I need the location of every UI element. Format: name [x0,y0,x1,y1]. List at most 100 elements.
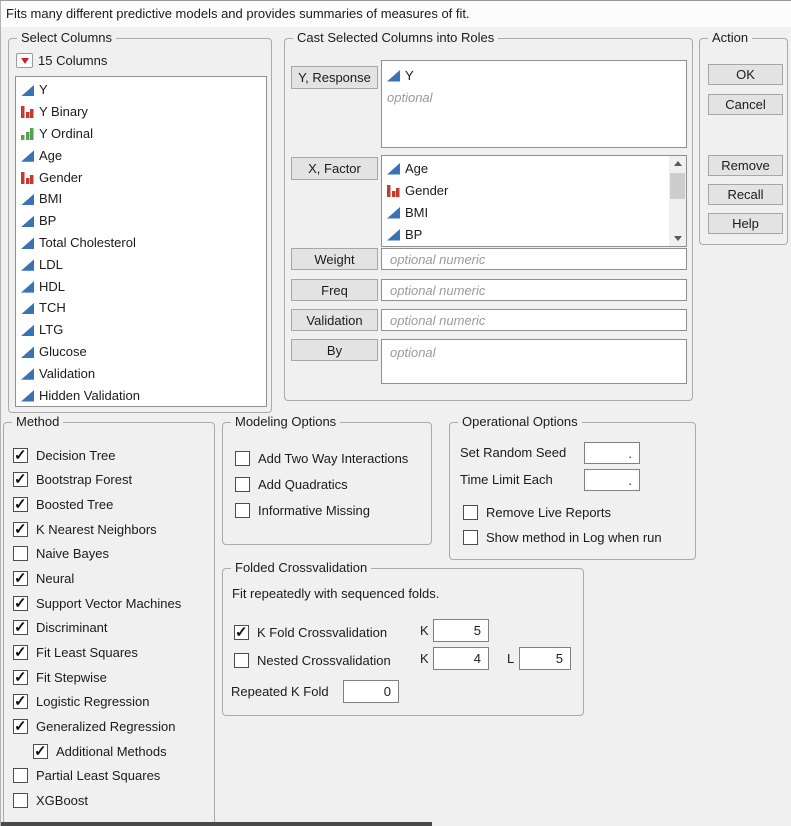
validation-button[interactable]: Validation [291,309,378,331]
recall-button[interactable]: Recall [708,184,783,205]
window-edge [1,822,432,826]
method-row[interactable]: Bootstrap Forest [13,472,181,488]
method-row[interactable]: Discriminant [13,620,181,636]
method-row[interactable]: Support Vector Machines [13,595,181,611]
column-item[interactable]: Age [16,144,266,166]
method-row[interactable]: Neural [13,570,181,586]
column-item[interactable]: HDL [16,275,266,297]
method-row[interactable]: XGBoost [13,793,181,809]
scrollbar[interactable] [669,156,686,246]
role-item[interactable]: BP [382,223,686,245]
action-title: Action [708,30,752,46]
by-button[interactable]: By [291,339,378,361]
option-row[interactable]: Add Two Way Interactions [235,450,408,466]
y-response-box[interactable]: Y optional [381,60,687,148]
checkbox[interactable] [13,546,28,561]
freq-input[interactable]: optional numeric [381,279,687,301]
checkbox[interactable] [13,497,28,512]
freq-button[interactable]: Freq [291,279,378,301]
role-item[interactable]: BMI [382,201,686,223]
checkbox[interactable] [13,620,28,635]
x-factor-box[interactable]: Age Gender BMI BP [381,155,687,247]
x-factor-button[interactable]: X, Factor [291,157,378,180]
ok-button[interactable]: OK [708,64,783,85]
columns-menu[interactable]: 15 Columns [16,53,107,68]
checkbox[interactable] [13,694,28,709]
y-response-button[interactable]: Y, Response [291,66,378,89]
column-item[interactable]: Hidden Validation [16,384,266,406]
time-limit-input[interactable]: . [584,469,640,491]
help-button[interactable]: Help [708,213,783,234]
method-row[interactable]: Fit Least Squares [13,645,181,661]
column-item[interactable]: BMI [16,188,266,210]
checkbox[interactable] [13,522,28,537]
column-item[interactable]: Y Ordinal [16,123,266,145]
checkbox[interactable] [235,503,250,518]
nested-row[interactable]: Nested Crossvalidation [234,649,391,671]
weight-input[interactable]: optional numeric [381,248,687,270]
cancel-button[interactable]: Cancel [708,94,783,115]
remove-button[interactable]: Remove [708,155,783,176]
method-row[interactable]: Partial Least Squares [13,768,181,784]
kfold-k-input[interactable]: 5 [433,619,489,642]
checkbox[interactable] [235,477,250,492]
role-item[interactable]: Age [382,157,686,179]
column-item[interactable]: Y Binary [16,101,266,123]
role-item[interactable]: Gender [382,179,686,201]
checkbox[interactable] [13,645,28,660]
option-row[interactable]: Show method in Log when run [463,530,662,545]
nominal-icon [387,184,400,197]
operational-options-panel: Operational Options Set Random Seed . Ti… [449,422,696,560]
red-triangle-icon[interactable] [16,53,33,68]
by-input[interactable]: optional [381,339,687,384]
column-item[interactable]: LTG [16,319,266,341]
kfold-row[interactable]: K Fold Crossvalidation [234,621,387,643]
checkbox[interactable] [235,451,250,466]
continuous-icon [21,149,34,162]
checkbox[interactable] [13,719,28,734]
column-item[interactable]: LDL [16,253,266,275]
random-seed-input[interactable]: . [584,442,640,464]
nested-checkbox[interactable] [234,653,249,668]
column-item[interactable]: TCH [16,297,266,319]
method-row[interactable]: K Nearest Neighbors [13,521,181,537]
kfold-checkbox[interactable] [234,625,249,640]
option-row[interactable]: Add Quadratics [235,476,408,492]
show-method-log-checkbox[interactable] [463,530,478,545]
checkbox[interactable] [13,448,28,463]
method-row[interactable]: Additional Methods [33,743,181,759]
checkbox[interactable] [13,596,28,611]
scroll-thumb[interactable] [670,173,685,199]
checkbox[interactable] [13,472,28,487]
column-item[interactable]: Validation [16,362,266,384]
method-row[interactable]: Generalized Regression [13,719,181,735]
role-item[interactable]: Y [382,64,686,86]
checkbox[interactable] [13,571,28,586]
validation-input[interactable]: optional numeric [381,309,687,331]
column-item[interactable]: Total Cholesterol [16,232,266,254]
column-item[interactable]: Gender [16,166,266,188]
column-item[interactable]: Y [16,79,266,101]
method-row[interactable]: Naive Bayes [13,546,181,562]
method-row[interactable]: Boosted Tree [13,496,181,512]
method-row[interactable]: Fit Stepwise [13,669,181,685]
columns-list[interactable]: Y Y Binary Y Ordinal Age Gender BMI BP T… [15,76,267,407]
checkbox[interactable] [13,768,28,783]
column-item[interactable]: Glucose [16,341,266,363]
nested-k-input[interactable]: 4 [433,647,489,670]
repeated-kfold-input[interactable]: 0 [343,680,399,703]
checkbox[interactable] [13,793,28,808]
scroll-up-icon[interactable] [669,156,686,171]
option-row[interactable]: Remove Live Reports [463,505,611,520]
column-item[interactable]: BP [16,210,266,232]
checkbox[interactable] [33,744,48,759]
weight-button[interactable]: Weight [291,248,378,270]
scroll-down-icon[interactable] [669,231,686,246]
method-row[interactable]: Decision Tree [13,447,181,463]
nested-l-input[interactable]: 5 [519,647,571,670]
method-row[interactable]: Logistic Regression [13,694,181,710]
select-columns-title: Select Columns [17,30,116,46]
remove-live-reports-checkbox[interactable] [463,505,478,520]
checkbox[interactable] [13,670,28,685]
option-row[interactable]: Informative Missing [235,502,408,518]
